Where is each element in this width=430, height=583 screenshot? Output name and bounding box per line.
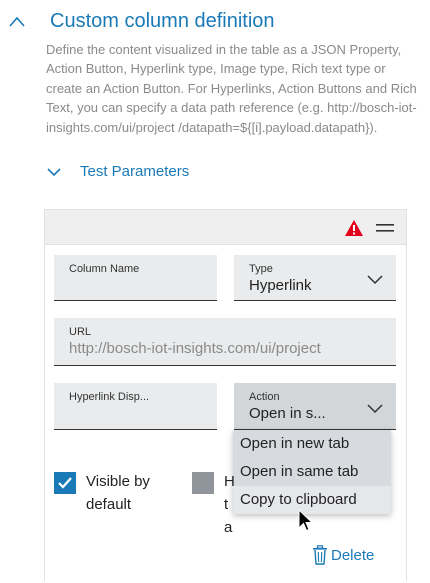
visible-by-default-checkbox-row[interactable]: Visible by default — [54, 470, 176, 516]
section-header[interactable]: Custom column definition — [8, 10, 275, 33]
chevron-down-icon — [367, 275, 383, 285]
section-description: Define the content visualized in the tab… — [46, 42, 417, 135]
delete-label: Delete — [331, 546, 375, 564]
hyperlink-display-label: Hyperlink Disp... — [69, 391, 150, 403]
drag-handle-icon[interactable] — [376, 222, 394, 234]
chevron-up-icon[interactable] — [8, 13, 26, 31]
action-value: Open in s... — [249, 405, 326, 422]
section-title: Custom column definition — [50, 10, 275, 32]
column-name-field[interactable]: Column Name — [54, 255, 217, 301]
trash-icon — [313, 545, 327, 565]
type-label: Type — [249, 263, 273, 275]
type-select[interactable]: Type Hyperlink — [234, 255, 396, 301]
chevron-down-icon — [367, 404, 383, 414]
hyperlink-display-field[interactable]: Hyperlink Disp... — [54, 383, 217, 430]
second-checkbox-row[interactable]: H ta — [192, 470, 236, 539]
action-label: Action — [249, 391, 280, 403]
delete-button[interactable]: Delete — [312, 545, 374, 565]
visible-by-default-label: Visible by default — [86, 473, 150, 513]
action-dropdown-menu: Open in new tab Open in same tab Copy to… — [233, 430, 391, 514]
column-name-label: Column Name — [69, 263, 140, 275]
chevron-down-icon — [47, 167, 61, 176]
cursor-icon — [298, 509, 314, 532]
visible-by-default-checkbox[interactable] — [54, 472, 76, 494]
url-field[interactable]: URL http://bosch-iot-insights.com/ui/pro… — [54, 318, 396, 366]
second-checkbox[interactable] — [192, 472, 214, 494]
second-checkbox-label: H ta — [224, 473, 235, 536]
type-value: Hyperlink — [249, 277, 312, 294]
action-select[interactable]: Action Open in s... — [234, 383, 396, 430]
test-parameters-label: Test Parameters — [80, 163, 190, 180]
action-option-open-new-tab[interactable]: Open in new tab — [233, 430, 391, 458]
url-label: URL — [69, 326, 92, 338]
url-placeholder: http://bosch-iot-insights.com/ui/project — [69, 340, 321, 357]
checkmark-icon — [58, 477, 72, 489]
test-parameters-toggle[interactable]: Test Parameters — [46, 163, 189, 180]
card-header — [45, 210, 406, 245]
warning-icon — [345, 220, 363, 236]
action-option-open-same-tab[interactable]: Open in same tab — [233, 458, 391, 486]
